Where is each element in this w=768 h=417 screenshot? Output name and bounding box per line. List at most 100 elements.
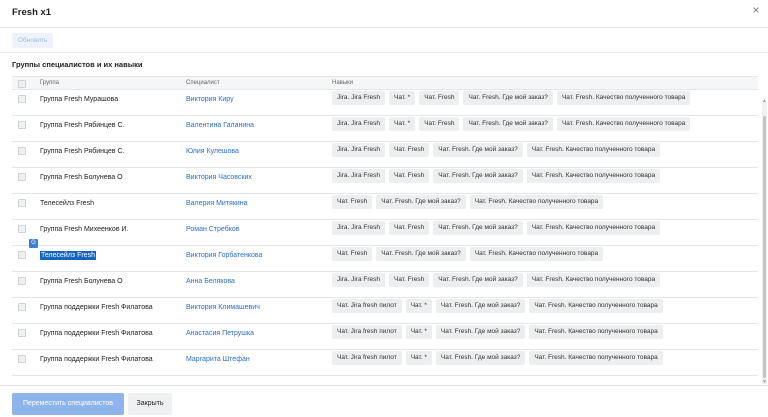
dialog-header: Fresh x1 × [0,0,768,28]
dialog-title: Fresh x1 [12,7,52,18]
skill-tag: Jira. Jira Fresh [332,169,385,183]
select-all-checkbox[interactable] [18,80,26,88]
skill-tag: Чат. Fresh. Где мой заказ? [435,351,526,365]
skill-tag: Чат. Fresh. Где мой заказ? [433,273,523,287]
skill-tag: Чат. Fresh. Где мой заказ? [376,195,466,209]
specialist-link[interactable]: Юлия Кулешова [186,148,239,155]
skill-tag: Чат. Fresh. Качество полученного товара [469,247,604,261]
table-row[interactable]: Группа Fresh Мурашова Виктория Киру Jira. … [12,90,758,116]
skill-tag: Jira. Jira Fresh [332,91,385,105]
skill-tag: Чат. Fresh. Где мой заказ? [435,325,526,339]
skill-tag: Чат. Fresh. Где мой заказ? [463,117,553,131]
scrollbar-thumb[interactable] [763,116,766,378]
translate-icon[interactable]: G [29,239,38,248]
group-name: Группа поддержки Fresh Филатова [40,304,153,311]
row-checkbox[interactable] [18,355,26,363]
row-checkbox[interactable] [18,329,26,337]
table-row[interactable]: Группа поддержки Fresh Филатова Маргарита… [12,350,758,376]
group-name: Телесейлз Fresh [40,200,94,207]
specialist-link[interactable]: Анна Белякова [186,278,235,285]
skill-tag: Чат. Jira fresh пилот [332,325,402,339]
row-checkbox[interactable] [18,199,26,207]
skills-list: Jira. Jira Fresh Чат. * Чат. Fresh Чат. Fre… [332,117,691,131]
skill-tag: Чат. Fresh. Качество полученного товара [529,351,663,365]
row-checkbox[interactable] [18,277,26,285]
table-row[interactable]: Группа поддержки Fresh Филатова Анастасия… [12,324,758,350]
specialist-link[interactable]: Маргарита Штефан [186,356,250,363]
skill-tag: Чат. Fresh. Качество полученного товара [529,299,663,313]
skill-tag: Чат. Fresh. Качество полученного товара [529,325,663,339]
table-row[interactable]: Группа Fresh Рябинцев С. Валентина Галани… [12,116,758,142]
specialist-link[interactable]: Виктория Часовских [186,174,252,181]
skill-tag: Чат. Fresh. Качество полученного товара [526,221,661,235]
close-button[interactable]: Закрыть [128,393,172,415]
specialist-link[interactable]: Виктория Климашевич [186,304,260,311]
skill-tag: Чат. * [405,351,432,365]
section-title: Группы специалистов и их навыки [12,60,143,69]
skills-list: Чат. Jira fresh пилот Чат. * Чат. Fresh. Г… [332,325,663,339]
skill-tag: Чат. Fresh. Качество полученного товара [526,273,661,287]
skill-tag: Чат. Fresh [388,221,430,235]
skill-tag: Jira. Jira Fresh [332,143,385,157]
group-name: Группа Fresh Рябинцев С. [40,148,125,155]
divider [0,52,768,53]
specialist-link[interactable]: Роман Стребков [186,226,240,233]
skill-tag: Чат. Fresh [388,273,430,287]
skills-list: Jira. Jira Fresh Чат. Fresh Чат. Fresh. Гд… [332,273,661,287]
group-name: Группа Fresh Рябинцев С. [40,122,125,129]
table-row[interactable]: Группа поддержки Fresh Филатова Виктория … [12,298,758,324]
row-checkbox[interactable] [18,225,26,233]
table-row[interactable]: Группа Fresh Болунева О Виктория Часовски… [12,168,758,194]
row-checkbox[interactable] [18,95,26,103]
skill-tag: Чат. * [405,299,432,313]
skill-tag: Чат. Fresh. Качество полученного товара [469,195,604,209]
table-row[interactable]: Телесейлз Fresh Валерия Митякина Чат. Fres… [12,194,758,220]
skill-tag: Чат. Fresh [388,143,430,157]
skill-tag: Чат. * [388,117,416,131]
row-checkbox[interactable] [18,251,26,259]
move-specialists-button[interactable]: Переместить специалистов [12,393,124,415]
skills-list: Jira. Jira Fresh Чат. Fresh Чат. Fresh. Гд… [332,221,661,235]
skill-tag: Чат. Fresh. Где мой заказ? [433,169,523,183]
table-row[interactable]: Группа Fresh Михеенков И. Роман Стребков J… [12,220,758,246]
row-checkbox[interactable] [18,121,26,129]
specialist-link[interactable]: Виктория Горбатенкова [186,252,262,259]
row-checkbox[interactable] [18,173,26,181]
skill-tag: Чат. Fresh. Где мой заказ? [433,143,523,157]
skill-tag: Чат. Fresh [388,169,430,183]
skills-list: Jira. Jira Fresh Чат. Fresh Чат. Fresh. Гд… [332,169,661,183]
table-row[interactable]: Группа Fresh Рябинцев С. Юлия Кулешова Jir… [12,142,758,168]
specialist-link[interactable]: Валерия Митякина [186,200,248,207]
group-name: Группа Fresh Болунева О [40,174,123,181]
skills-list: Чат. Fresh Чат. Fresh. Где мой заказ? Чат.… [332,195,604,209]
skill-tag: Чат. Fresh. Где мой заказ? [435,299,526,313]
specialist-link[interactable]: Виктория Киру [186,96,234,103]
refresh-button[interactable]: Обновить [12,33,54,48]
table-row[interactable]: Группа Fresh Болунева О Анна Белякова Jira… [12,272,758,298]
table-row[interactable]: Телесейлз Fresh Виктория Горбатенкова Чат.… [12,246,758,272]
group-name: Телесейлз Fresh [40,251,96,260]
skill-tag: Чат. Fresh. Где мой заказ? [433,221,523,235]
skills-list: Чат. Fresh Чат. Fresh. Где мой заказ? Чат.… [332,247,604,261]
scroll-up-icon[interactable]: ▲ [762,98,767,104]
column-header-specialist: Специалист [186,80,220,86]
close-icon[interactable]: × [750,3,762,17]
row-checkbox[interactable] [18,147,26,155]
skill-tag: Чат. Fresh. Где мой заказ? [463,91,553,105]
column-header-group: Группа [40,80,60,86]
row-checkbox[interactable] [18,303,26,311]
specialist-link[interactable]: Валентина Галанина [186,122,254,129]
skill-tag: Чат. Fresh [419,91,460,105]
skill-tag: Jira. Jira Fresh [332,273,385,287]
specialist-link[interactable]: Анастасия Петрушка [186,330,254,337]
skill-tag: Чат. Fresh. Качество полученного товара [526,143,661,157]
skill-tag: Чат. * [405,325,432,339]
skills-list: Jira. Jira Fresh Чат. Fresh Чат. Fresh. Гд… [332,143,661,157]
group-name: Группа Fresh Болунева О [40,278,123,285]
table-header: Группа Специалист Навыки [12,76,758,90]
skill-tag: Jira. Jira Fresh [332,221,385,235]
skill-tag: Чат. * [388,91,416,105]
skill-tag: Чат. Fresh [419,117,460,131]
skill-tag: Чат. Fresh [332,247,373,261]
skill-tag: Чат. Fresh. Качество полученного товара [526,169,661,183]
